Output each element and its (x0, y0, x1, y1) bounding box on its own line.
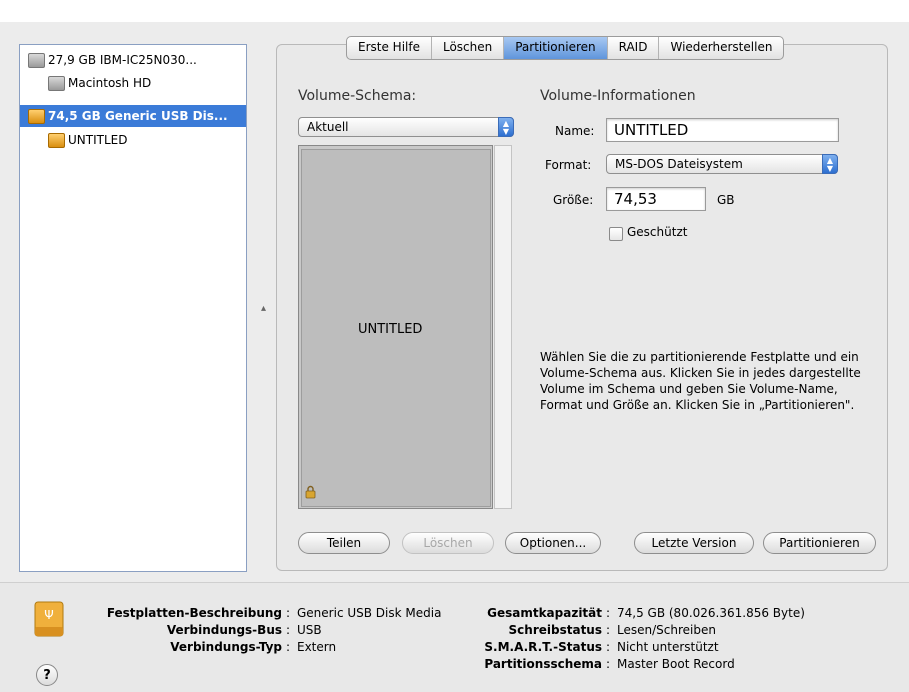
info-value-type: Extern (297, 640, 337, 654)
svg-text:Ψ: Ψ (44, 608, 53, 622)
tab-partition[interactable]: Partitionieren (504, 37, 608, 59)
split-button[interactable]: Teilen (298, 532, 390, 554)
format-popup[interactable]: MS-DOS Dateisystem ▲ ▼ (606, 154, 838, 174)
info-key-write-status: Schreibstatus (508, 623, 602, 637)
info-separator: : (286, 623, 291, 637)
info-key-smart-status: S.M.A.R.T.-Status (484, 640, 602, 654)
revert-button[interactable]: Letzte Version (634, 532, 754, 554)
usb-volume-icon (48, 133, 65, 148)
info-separator: : (606, 640, 611, 654)
volume-scheme-heading: Volume-Schema: (298, 88, 417, 104)
volume-partition-label: UNTITLED (358, 322, 423, 337)
sidebar-item-untitled[interactable]: UNTITLED (20, 129, 246, 151)
volume-info-heading: Volume-Informationen (540, 88, 696, 104)
sidebar-item-label: UNTITLED (68, 133, 128, 147)
info-value-smart-status: Nicht unterstützt (617, 640, 719, 654)
protected-label: Geschützt (627, 225, 688, 239)
disk-info-bar (0, 582, 909, 692)
info-separator: : (606, 657, 611, 671)
help-button[interactable]: ? (36, 664, 58, 686)
volume-scheme-scrollbar[interactable] (494, 145, 512, 509)
info-value-partition-scheme: Master Boot Record (617, 657, 735, 671)
info-key-description: Festplatten-Beschreibung (106, 606, 282, 620)
size-field[interactable]: 74,53 (606, 187, 706, 211)
sidebar-item-ibm-disk[interactable]: 27,9 GB IBM-IC25N030... (20, 49, 246, 71)
info-separator: : (286, 640, 291, 654)
sidebar-item-usb-disk[interactable]: 74,5 GB Generic USB Dis... (20, 105, 246, 127)
disk-list-sidebar[interactable]: 27,9 GB IBM-IC25N030... Macintosh HD 74,… (19, 44, 247, 572)
info-separator: : (606, 606, 611, 620)
info-value-description: Generic USB Disk Media (297, 606, 442, 620)
splitter-handle[interactable]: ▴ (261, 304, 269, 314)
protected-checkbox[interactable] (609, 227, 623, 241)
size-unit: GB (717, 193, 735, 207)
usb-disk-icon: Ψ (34, 601, 64, 637)
tab-erase[interactable]: Löschen (432, 37, 505, 59)
info-value-capacity: 74,5 GB (80.026.361.856 Byte) (617, 606, 805, 620)
size-label: Größe: (553, 193, 594, 207)
info-key-capacity: Gesamtkapazität (487, 606, 602, 620)
volume-scheme-popup-value: Aktuell (307, 120, 349, 134)
usb-disk-icon (28, 109, 45, 124)
info-separator: : (286, 606, 291, 620)
tab-first-aid[interactable]: Erste Hilfe (347, 37, 432, 59)
options-button[interactable]: Optionen... (505, 532, 601, 554)
lock-icon[interactable] (305, 485, 316, 499)
partition-button[interactable]: Partitionieren (763, 532, 876, 554)
format-label: Format: (545, 158, 592, 172)
name-label: Name: (555, 124, 595, 138)
sidebar-item-label: Macintosh HD (68, 76, 152, 90)
info-key-partition-scheme: Partitionsschema (484, 657, 602, 671)
info-key-bus: Verbindungs-Bus (166, 623, 282, 637)
delete-button[interactable]: Löschen (402, 532, 494, 554)
sidebar-item-label: 27,9 GB IBM-IC25N030... (48, 53, 197, 67)
name-field[interactable]: UNTITLED (606, 118, 839, 142)
info-value-bus: USB (297, 623, 322, 637)
title-area (0, 0, 909, 22)
tab-bar: Erste Hilfe Löschen Partitionieren RAID … (346, 36, 785, 60)
hard-disk-icon (28, 53, 45, 68)
tab-raid[interactable]: RAID (608, 37, 660, 59)
instructions-text: Wählen Sie die zu partitionierende Festp… (540, 350, 861, 412)
popup-arrows-icon: ▲ ▼ (822, 154, 838, 174)
tab-restore[interactable]: Wiederherstellen (659, 37, 783, 59)
info-key-type: Verbindungs-Typ (170, 640, 282, 654)
volume-scheme-popup[interactable]: Aktuell ▲ ▼ (298, 117, 514, 137)
sidebar-item-macintosh-hd[interactable]: Macintosh HD (20, 72, 246, 94)
format-popup-value: MS-DOS Dateisystem (615, 157, 743, 171)
popup-arrows-icon: ▲ ▼ (498, 117, 514, 137)
info-value-write-status: Lesen/Schreiben (617, 623, 716, 637)
info-separator: : (606, 623, 611, 637)
volume-icon (48, 76, 65, 91)
sidebar-item-label: 74,5 GB Generic USB Dis... (48, 109, 228, 123)
